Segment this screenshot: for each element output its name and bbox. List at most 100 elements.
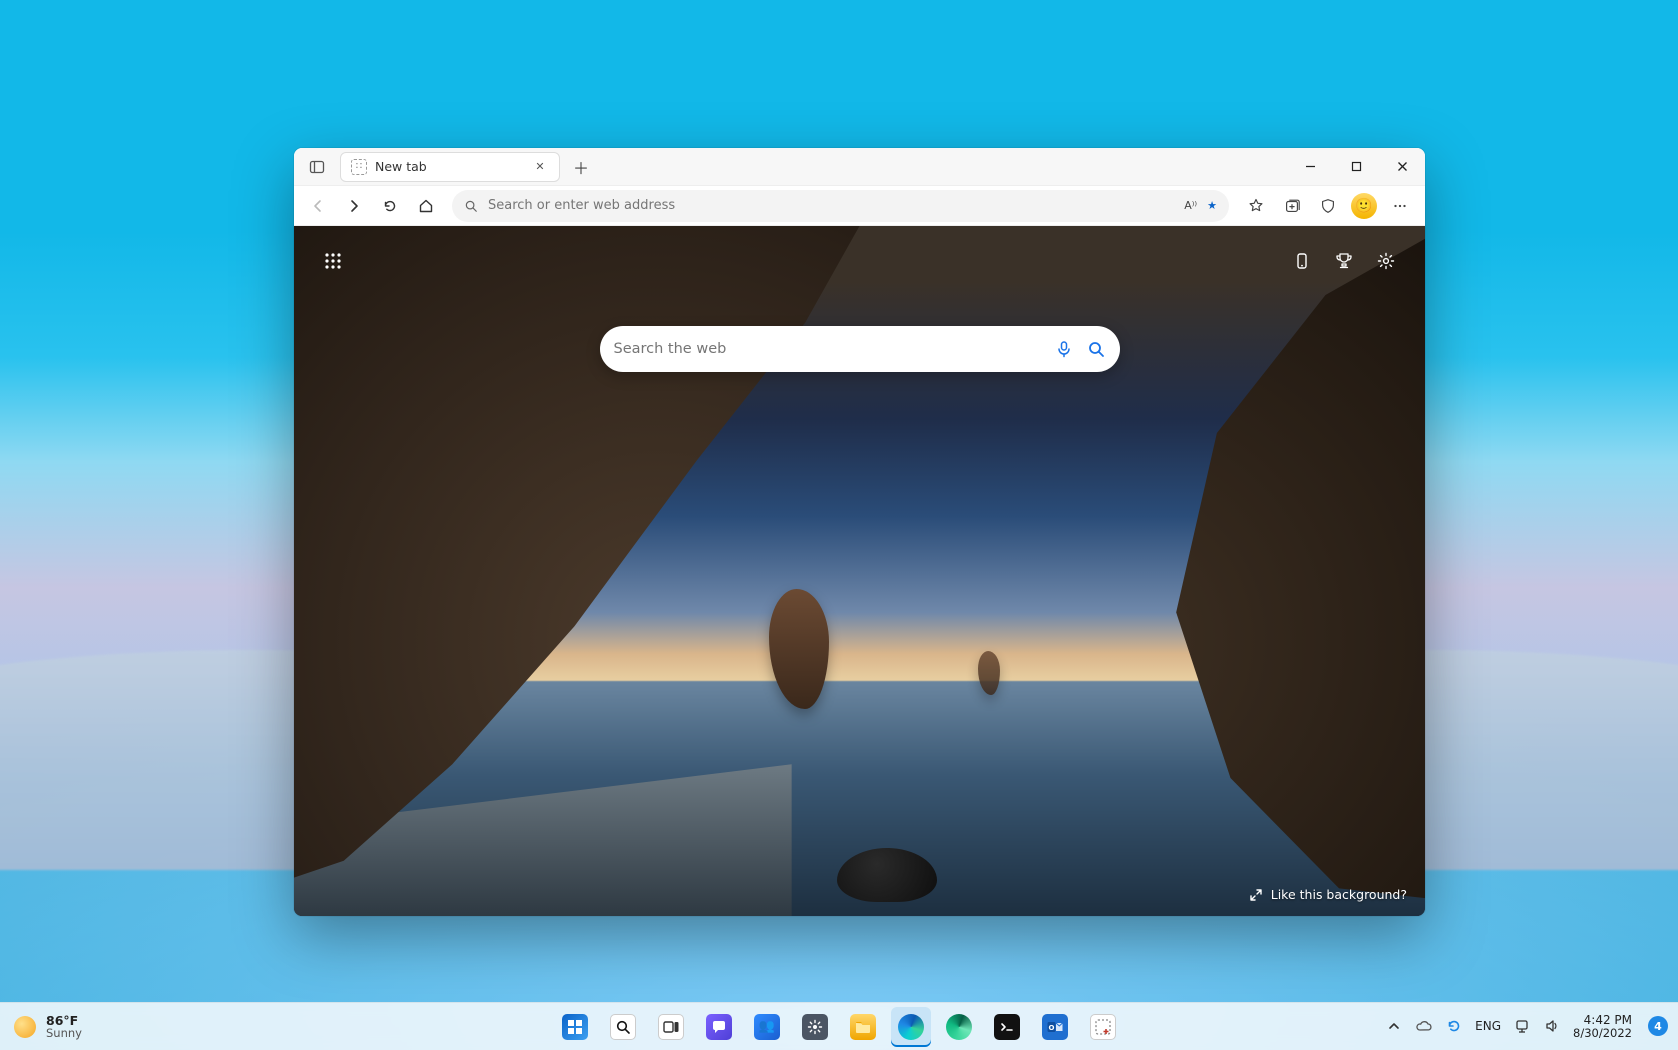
settings-button[interactable] <box>795 1007 835 1047</box>
mobile-button[interactable] <box>1285 244 1319 278</box>
update-icon <box>1446 1018 1462 1034</box>
avatar-icon: 🙂 <box>1351 193 1377 219</box>
snipping-tool-button[interactable] <box>1083 1007 1123 1047</box>
edge-icon <box>898 1014 924 1040</box>
volume-button[interactable] <box>1543 1017 1561 1035</box>
terminal-button[interactable] <box>987 1007 1027 1047</box>
clock-time: 4:42 PM <box>1573 1014 1632 1027</box>
collections-icon <box>1283 197 1301 215</box>
favorites-icon <box>1247 197 1265 215</box>
new-tab-button[interactable]: ＋ <box>566 152 596 182</box>
svg-text:O: O <box>1049 1024 1055 1032</box>
chevron-up-icon <box>1388 1020 1400 1032</box>
network-button[interactable] <box>1513 1017 1531 1035</box>
tab-actions-button[interactable] <box>300 152 334 182</box>
address-bar[interactable]: A⁾⁾ ★ <box>452 190 1229 222</box>
back-button[interactable] <box>302 190 334 222</box>
ntp-search-bar[interactable] <box>600 326 1120 372</box>
grid-icon <box>324 252 342 270</box>
search-icon <box>464 199 478 213</box>
tab-new-tab[interactable]: ∷ New tab ✕ <box>340 152 560 182</box>
like-background-label: Like this background? <box>1271 887 1407 902</box>
address-input[interactable] <box>488 198 1174 213</box>
ntp-search-input[interactable] <box>614 341 1042 357</box>
task-view-button[interactable] <box>651 1007 691 1047</box>
widgets-button[interactable]: 👥 <box>747 1007 787 1047</box>
shield-icon <box>1319 197 1337 215</box>
browser-window: ∷ New tab ✕ ＋ <box>294 148 1425 916</box>
gear-icon <box>802 1014 828 1040</box>
microphone-icon <box>1054 339 1074 359</box>
maximize-button[interactable] <box>1333 148 1379 186</box>
read-aloud-button[interactable]: A⁾⁾ <box>1184 199 1197 212</box>
more-icon <box>1391 197 1409 215</box>
start-button[interactable] <box>555 1007 595 1047</box>
taskbar-weather[interactable]: 86°F Sunny <box>0 1014 82 1039</box>
voice-search-button[interactable] <box>1054 339 1074 359</box>
home-icon <box>418 198 434 214</box>
taskbar: 86°F Sunny 👥 <box>0 1002 1678 1050</box>
toolbar: A⁾⁾ ★ 🙂 <box>294 186 1425 226</box>
windows-update-button[interactable] <box>1445 1017 1463 1035</box>
browser-essentials-button[interactable] <box>1311 189 1345 223</box>
trophy-icon <box>1334 251 1354 271</box>
network-icon <box>1514 1018 1530 1034</box>
language-indicator[interactable]: ENG <box>1475 1019 1501 1033</box>
terminal-icon <box>994 1014 1020 1040</box>
page-settings-button[interactable] <box>1369 244 1403 278</box>
chat-icon <box>706 1014 732 1040</box>
clock-date: 8/30/2022 <box>1573 1027 1632 1040</box>
speaker-icon <box>1544 1018 1560 1034</box>
sun-icon <box>14 1016 36 1038</box>
taskbar-center: 👥 O <box>555 1007 1123 1047</box>
favorite-button[interactable]: ★ <box>1207 199 1217 212</box>
ntp-background-foreground-rock <box>837 848 937 902</box>
favorites-button[interactable] <box>1239 189 1273 223</box>
arrow-right-icon <box>346 198 362 214</box>
maximize-icon <box>1351 161 1362 172</box>
arrow-left-icon <box>310 198 326 214</box>
snipping-tool-icon <box>1090 1014 1116 1040</box>
file-explorer-button[interactable] <box>843 1007 883 1047</box>
edge-canary-icon <box>946 1014 972 1040</box>
new-tab-page: Like this background? <box>294 226 1425 916</box>
notifications-button[interactable]: 4 <box>1648 1016 1668 1036</box>
weather-condition: Sunny <box>46 1027 82 1039</box>
task-view-icon <box>658 1014 684 1040</box>
ntp-topbar <box>316 244 1403 278</box>
close-icon <box>1397 161 1408 172</box>
outlook-icon: O <box>1042 1014 1068 1040</box>
tray-overflow-button[interactable] <box>1385 1017 1403 1035</box>
windows-logo-icon <box>562 1014 588 1040</box>
refresh-button[interactable] <box>374 190 406 222</box>
collections-button[interactable] <box>1275 189 1309 223</box>
search-submit-button[interactable] <box>1086 339 1106 359</box>
onedrive-button[interactable] <box>1415 1017 1433 1035</box>
widgets-icon: 👥 <box>754 1014 780 1040</box>
search-icon <box>610 1014 636 1040</box>
window-controls <box>1287 148 1425 186</box>
minimize-icon <box>1305 161 1316 172</box>
profile-button[interactable]: 🙂 <box>1347 189 1381 223</box>
refresh-icon <box>382 198 398 214</box>
titlebar: ∷ New tab ✕ ＋ <box>294 148 1425 186</box>
edge-button[interactable] <box>891 1007 931 1047</box>
forward-button[interactable] <box>338 190 370 222</box>
omnibox-actions: A⁾⁾ ★ <box>1184 199 1217 212</box>
like-background-button[interactable]: Like this background? <box>1249 887 1407 902</box>
minimize-button[interactable] <box>1287 148 1333 186</box>
more-button[interactable] <box>1383 189 1417 223</box>
clock[interactable]: 4:42 PM 8/30/2022 <box>1573 1014 1636 1040</box>
close-window-button[interactable] <box>1379 148 1425 186</box>
outlook-button[interactable]: O <box>1035 1007 1075 1047</box>
folder-icon <box>850 1014 876 1040</box>
tab-close-button[interactable]: ✕ <box>531 158 549 176</box>
edge-canary-button[interactable] <box>939 1007 979 1047</box>
taskbar-search-button[interactable] <box>603 1007 643 1047</box>
rewards-button[interactable] <box>1327 244 1361 278</box>
home-button[interactable] <box>410 190 442 222</box>
chat-button[interactable] <box>699 1007 739 1047</box>
app-launcher-button[interactable] <box>316 244 350 278</box>
tab-title: New tab <box>375 159 427 174</box>
gear-icon <box>1376 251 1396 271</box>
